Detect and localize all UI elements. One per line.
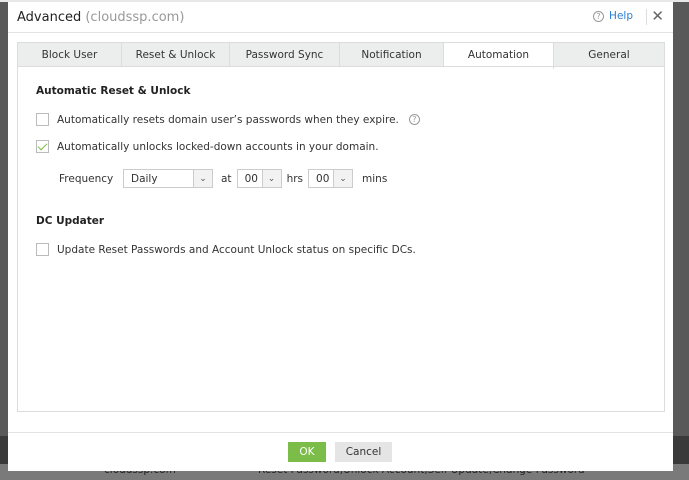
close-icon[interactable]: ✕ (651, 7, 664, 25)
automation-panel: Automatic Reset & Unlock Automatically r… (17, 66, 665, 412)
minutes-select[interactable]: 00 ⌄ (308, 169, 354, 188)
auto-reset-option: Automatically resets domain user’s passw… (36, 113, 420, 126)
auto-reset-label: Automatically resets domain user’s passw… (57, 113, 399, 126)
at-label: at (221, 172, 232, 185)
dc-update-option: Update Reset Passwords and Account Unloc… (36, 243, 416, 256)
dc-update-label: Update Reset Passwords and Account Unloc… (57, 243, 416, 256)
mins-label: mins (362, 172, 388, 185)
chevron-down-icon: ⌄ (333, 170, 353, 187)
auto-unlock-checkbox[interactable] (36, 140, 49, 153)
advanced-dialog: Advanced (cloudssp.com) ? Help ✕ Block Us… (8, 2, 673, 471)
dc-update-checkbox[interactable] (36, 243, 49, 256)
auto-reset-checkbox[interactable] (36, 113, 49, 126)
section-heading-dc-updater: DC Updater (36, 215, 105, 227)
chevron-down-icon: ⌄ (193, 170, 212, 187)
hours-value: 00 (244, 172, 258, 185)
frequency-row: Frequency Daily ⌄ at 00 ⌄ hrs 00 ⌄ mins (59, 169, 387, 188)
info-icon[interactable]: ? (408, 114, 420, 125)
cancel-button[interactable]: Cancel (335, 442, 392, 462)
title-domain: (cloudssp.com) (85, 10, 185, 25)
dialog-header: Advanced (cloudssp.com) ? Help ✕ (8, 2, 673, 33)
auto-unlock-label: Automatically unlocks locked-down accoun… (57, 140, 379, 153)
auto-unlock-option: Automatically unlocks locked-down accoun… (36, 140, 379, 153)
tab-general[interactable]: General (554, 43, 664, 67)
tab-password-sync[interactable]: Password Sync (230, 43, 340, 67)
frequency-label: Frequency (59, 172, 114, 185)
hrs-label: hrs (286, 172, 304, 185)
help-link[interactable]: ? Help (593, 10, 633, 22)
section-heading-automatic: Automatic Reset & Unlock (36, 85, 191, 97)
tab-bar: Block User Reset & Unlock Password Sync … (17, 42, 665, 69)
ok-button[interactable]: OK (288, 442, 326, 462)
tab-block-user[interactable]: Block User (18, 43, 122, 67)
divider (646, 9, 647, 25)
tab-reset-unlock[interactable]: Reset & Unlock (122, 43, 230, 67)
title-text: Advanced (17, 10, 82, 25)
dialog-title: Advanced (cloudssp.com) (17, 10, 184, 25)
frequency-value: Daily (131, 172, 158, 185)
chevron-down-icon: ⌄ (261, 170, 281, 187)
minutes-value: 00 (316, 172, 330, 185)
help-icon: ? (593, 10, 605, 22)
hours-select[interactable]: 00 ⌄ (236, 169, 282, 188)
tab-notification[interactable]: Notification (340, 43, 444, 67)
frequency-select[interactable]: Daily ⌄ (123, 169, 213, 188)
dialog-footer (8, 432, 673, 433)
help-label: Help (609, 10, 633, 22)
